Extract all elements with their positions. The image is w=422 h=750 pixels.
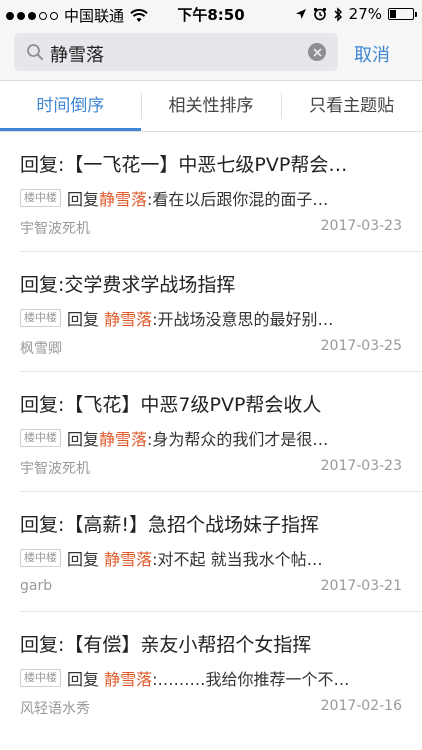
list-item[interactable]: 回复:【有偿】亲友小帮招个女指挥 楼中楼 回复 静雪落 :………我给你推荐一个不…: [20, 612, 422, 732]
cancel-button[interactable]: 取消: [354, 41, 390, 67]
status-bar: 中国联通 下午8:50 27%: [0, 0, 422, 28]
highlighted-keyword: 静雪落: [104, 670, 153, 689]
reply-prefix: 回复: [67, 310, 105, 329]
clear-search-icon[interactable]: [308, 43, 326, 61]
post-author: garb: [20, 578, 53, 594]
active-tab-indicator: [0, 128, 141, 131]
battery-icon: [388, 8, 417, 20]
sort-tabs: 时间倒序 相关性排序 只看主题贴: [0, 80, 422, 132]
post-snippet-row: 楼中楼 回复 静雪落 :对不起 就当我水个帖…: [20, 546, 400, 570]
alarm-clock-icon: [313, 7, 326, 21]
tab-relevance[interactable]: 相关性排序: [140, 81, 282, 131]
floor-badge: 楼中楼: [20, 429, 61, 447]
reply-prefix: 回复: [67, 430, 100, 449]
search-icon: [27, 44, 43, 60]
post-date: 2017-03-21: [320, 578, 402, 594]
post-author: 枫雪卿: [20, 341, 62, 357]
bluetooth-icon: [334, 6, 342, 22]
post-snippet: :开战场没意思的最好别…: [152, 310, 334, 329]
post-author: 风轻语水秀: [20, 701, 90, 717]
results-list: 回复:【一飞花一】中恶七级PVP帮会… 楼中楼 回复 静雪落 :看在以后跟你混的…: [0, 132, 422, 732]
highlighted-keyword: 静雪落: [104, 550, 153, 569]
floor-badge: 楼中楼: [20, 669, 61, 687]
post-snippet: :………我给你推荐一个不…: [152, 670, 350, 689]
highlighted-keyword: 静雪落: [99, 190, 148, 209]
post-snippet-row: 楼中楼 回复 静雪落 :身为帮众的我们才是很…: [20, 426, 400, 450]
reply-prefix: 回复: [67, 670, 105, 689]
search-bar: 静雪落 取消: [0, 28, 422, 80]
post-snippet-row: 楼中楼 回复 静雪落 :看在以后跟你混的面子…: [20, 186, 400, 210]
highlighted-keyword: 静雪落: [104, 310, 153, 329]
floor-badge: 楼中楼: [20, 189, 61, 207]
post-date: 2017-03-25: [320, 338, 402, 354]
post-title: 回复:【高薪!】急招个战场妹子指挥: [20, 514, 320, 536]
post-title: 回复:【一飞花一】中恶七级PVP帮会…: [20, 154, 348, 176]
reply-prefix: 回复: [67, 550, 105, 569]
post-title: 回复:【飞花】中恶7级PVP帮会收人: [20, 394, 322, 416]
list-item[interactable]: 回复:【高薪!】急招个战场妹子指挥 楼中楼 回复 静雪落 :对不起 就当我水个帖…: [20, 492, 422, 612]
status-right: 27%: [295, 5, 417, 23]
post-title: 回复:【有偿】亲友小帮招个女指挥: [20, 634, 312, 656]
highlighted-keyword: 静雪落: [99, 430, 148, 449]
battery-percent: 27%: [348, 5, 382, 23]
post-date: 2017-02-16: [320, 698, 402, 714]
list-item[interactable]: 回复:【飞花】中恶7级PVP帮会收人 楼中楼 回复 静雪落 :身为帮众的我们才是…: [20, 372, 422, 492]
search-input[interactable]: 静雪落: [14, 33, 338, 71]
post-snippet-row: 楼中楼 回复 静雪落 :………我给你推荐一个不…: [20, 666, 400, 690]
search-query[interactable]: 静雪落: [50, 41, 104, 67]
battery-level: [390, 10, 396, 18]
location-arrow-icon: [295, 9, 306, 19]
floor-badge: 楼中楼: [20, 549, 61, 567]
post-date: 2017-03-23: [320, 458, 402, 474]
tab-threads-only[interactable]: 只看主题贴: [281, 81, 422, 131]
post-snippet: :身为帮众的我们才是很…: [147, 430, 329, 449]
post-snippet: :对不起 就当我水个帖…: [152, 550, 323, 569]
reply-prefix: 回复: [67, 190, 100, 209]
post-snippet-row: 楼中楼 回复 静雪落 :开战场没意思的最好别…: [20, 306, 400, 330]
post-author: 宇智波死机: [20, 461, 90, 477]
post-author: 宇智波死机: [20, 221, 90, 237]
post-snippet: :看在以后跟你混的面子…: [147, 190, 329, 209]
floor-badge: 楼中楼: [20, 309, 61, 327]
list-item[interactable]: 回复:交学费求学战场指挥 楼中楼 回复 静雪落 :开战场没意思的最好别… 枫雪卿…: [20, 252, 422, 372]
list-item[interactable]: 回复:【一飞花一】中恶七级PVP帮会… 楼中楼 回复 静雪落 :看在以后跟你混的…: [20, 132, 422, 252]
post-title: 回复:交学费求学战场指挥: [20, 274, 236, 296]
post-date: 2017-03-23: [320, 218, 402, 234]
tab-time-desc[interactable]: 时间倒序: [0, 81, 141, 131]
